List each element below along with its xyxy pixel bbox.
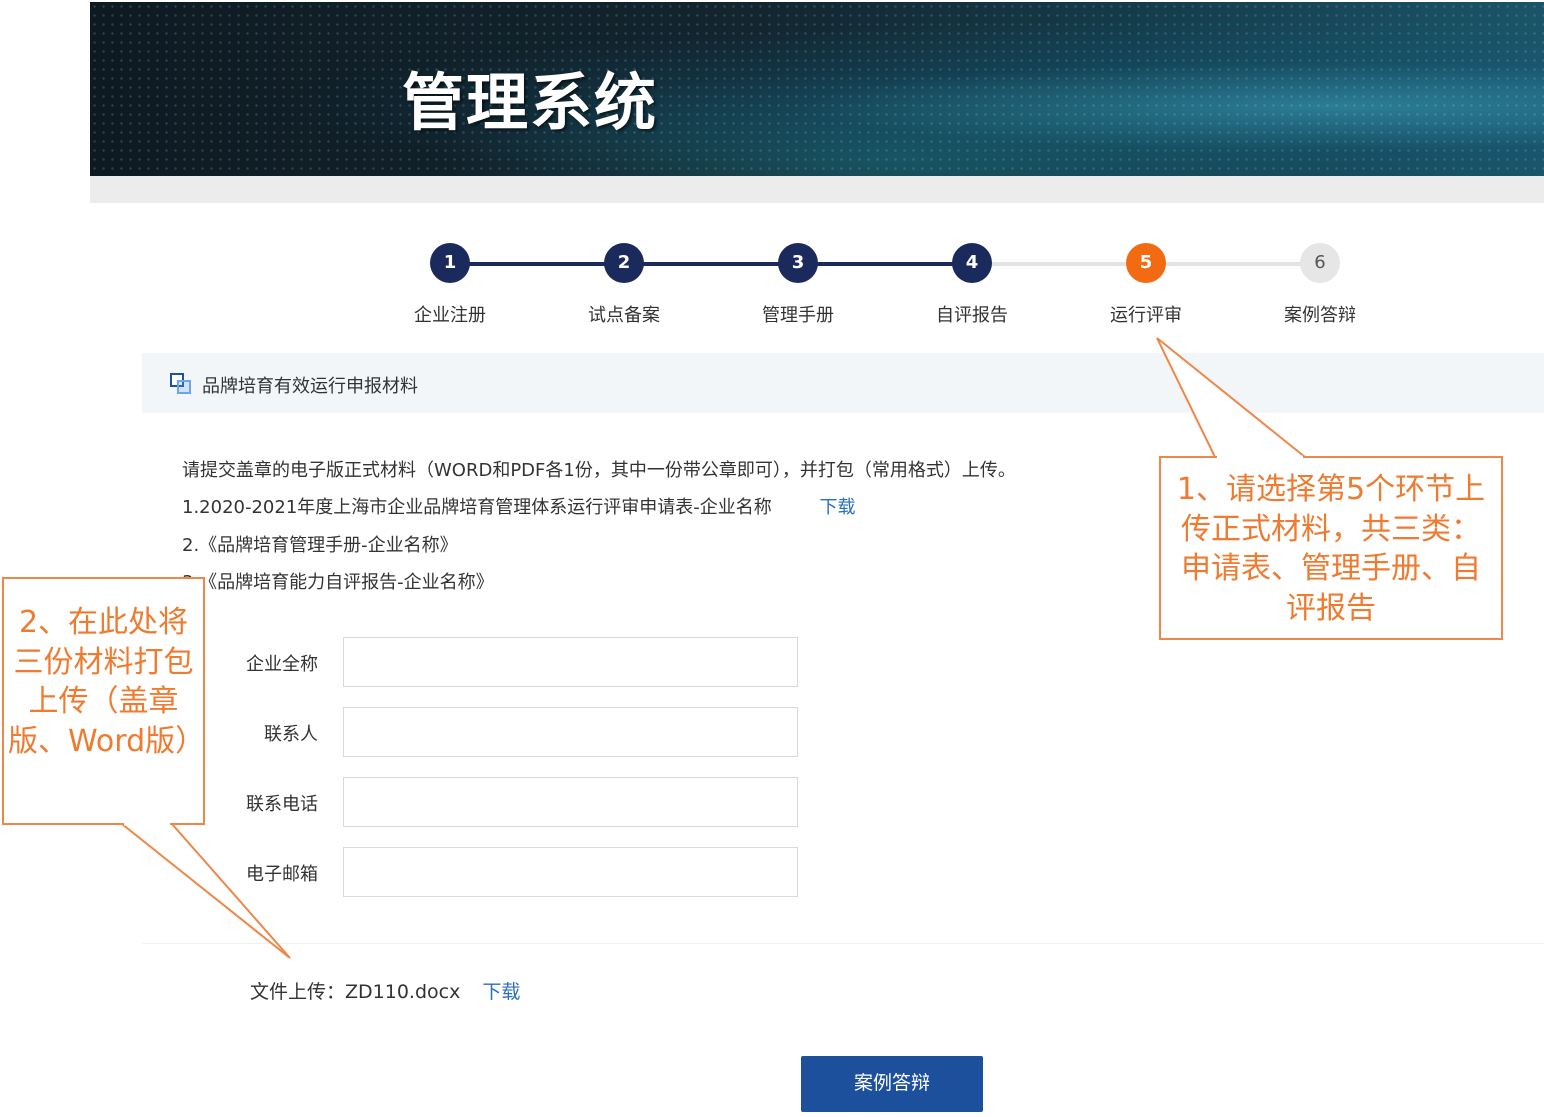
- step-label: 管理手册: [762, 305, 834, 326]
- email-input[interactable]: [343, 847, 798, 897]
- case-defense-button[interactable]: 案例答辩: [801, 1056, 983, 1112]
- step-2[interactable]: 2 试点备案: [564, 243, 684, 327]
- banner-background: [90, 2, 1544, 176]
- step-label: 案例答辩: [1284, 305, 1356, 326]
- email-label: 电子邮箱: [246, 864, 318, 885]
- section-header: 品牌培育有效运行申报材料: [142, 353, 1544, 413]
- company-name-input[interactable]: [343, 637, 798, 687]
- section-title: 品牌培育有效运行申报材料: [202, 376, 418, 397]
- download-template-link[interactable]: 下载: [820, 497, 856, 518]
- app-title: 管理系统: [402, 66, 659, 139]
- form-row-email: 电子邮箱: [200, 847, 318, 897]
- phone-input[interactable]: [343, 777, 798, 827]
- file-upload-row: 文件上传：ZD110.docx 下载: [250, 977, 520, 1004]
- instruction-item-1-text: 1.2020-2021年度上海市企业品牌培育管理体系运行评审申请表-企业名称: [182, 497, 772, 518]
- step-3[interactable]: 3 管理手册: [738, 243, 858, 327]
- nav-bar: [90, 176, 1544, 203]
- step-number: 5: [1126, 243, 1166, 283]
- step-number: 6: [1300, 243, 1340, 283]
- instruction-item-3: 3.《品牌培育能力自评报告-企业名称》: [182, 572, 494, 593]
- phone-label: 联系电话: [246, 794, 318, 815]
- instruction-intro: 请提交盖章的电子版正式材料（WORD和PDF各1份，其中一份带公章即可），并打包…: [182, 460, 1016, 481]
- upload-label: 文件上传：: [250, 981, 346, 1003]
- step-5-active[interactable]: 5 运行评审: [1086, 243, 1206, 327]
- step-4[interactable]: 4 自评报告: [912, 243, 1032, 327]
- step-label: 企业注册: [414, 305, 486, 326]
- uploaded-filename: ZD110.docx: [345, 981, 461, 1003]
- form-row-phone: 联系电话: [200, 777, 318, 827]
- step-number: 4: [952, 243, 992, 283]
- step-6[interactable]: 6 案例答辩: [1260, 243, 1380, 327]
- step-connector-1-4: [450, 262, 972, 266]
- step-1[interactable]: 1 企业注册: [390, 243, 510, 327]
- divider: [142, 943, 1544, 944]
- step-number: 3: [778, 243, 818, 283]
- step-label: 运行评审: [1110, 305, 1182, 326]
- form-row-contact: 联系人: [200, 707, 318, 757]
- step-label: 自评报告: [936, 305, 1008, 326]
- annotation-callout-2: 2、在此处将三份材料打包上传（盖章版、Word版）: [2, 577, 205, 825]
- header-banner: 管理系统: [90, 2, 1544, 176]
- step-number: 2: [604, 243, 644, 283]
- annotation-callout-1: 1、请选择第5个环节上传正式材料，共三类：申请表、管理手册、自评报告: [1159, 456, 1503, 640]
- step-label: 试点备案: [588, 305, 660, 326]
- company-label: 企业全称: [246, 654, 318, 675]
- copy-icon: [170, 373, 192, 395]
- form-row-company: 企业全称: [200, 637, 318, 687]
- upload-download-link[interactable]: 下载: [482, 981, 520, 1003]
- instruction-item-2: 2.《品牌培育管理手册-企业名称》: [182, 535, 458, 556]
- instruction-item-1: 1.2020-2021年度上海市企业品牌培育管理体系运行评审申请表-企业名称 下…: [182, 493, 856, 519]
- contact-label: 联系人: [264, 724, 318, 745]
- step-number: 1: [430, 243, 470, 283]
- contact-person-input[interactable]: [343, 707, 798, 757]
